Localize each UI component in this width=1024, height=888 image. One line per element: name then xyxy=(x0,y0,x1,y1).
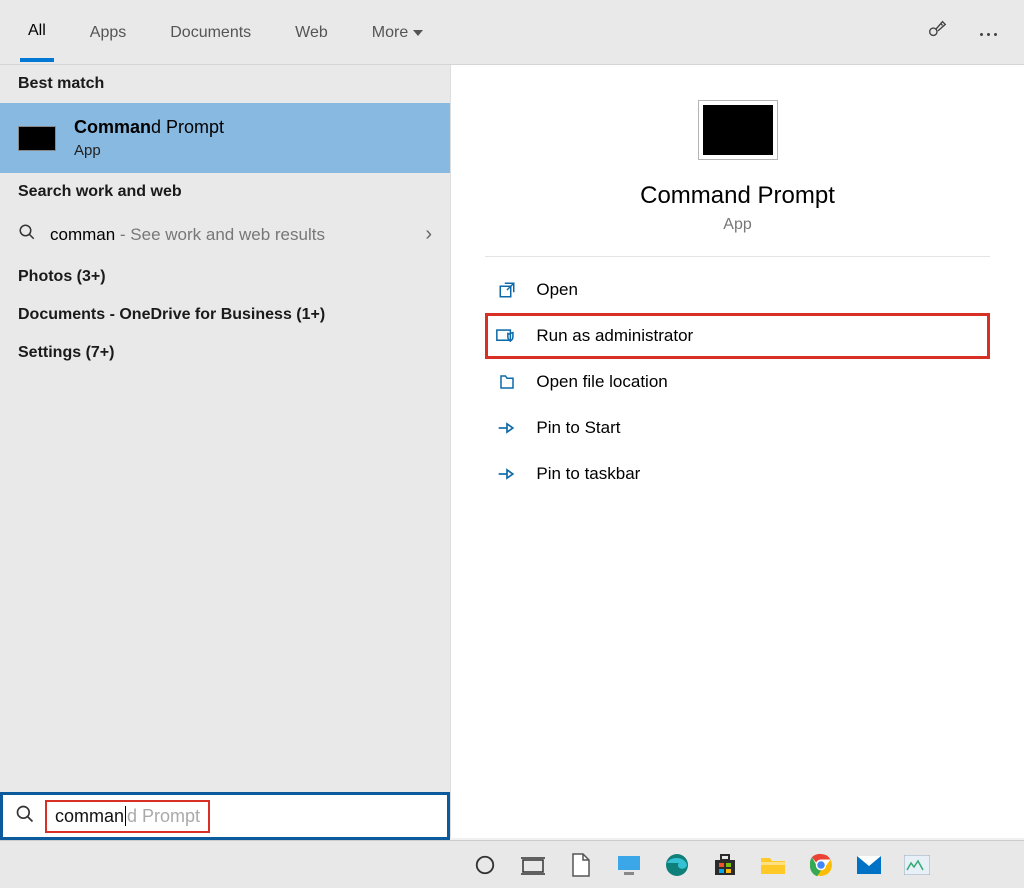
taskbar xyxy=(0,840,1024,888)
action-open-location[interactable]: Open file location xyxy=(485,359,989,405)
work-web-hint: - See work and web results xyxy=(115,225,325,244)
action-pin-start-label: Pin to Start xyxy=(536,418,620,438)
tab-apps[interactable]: Apps xyxy=(82,4,134,60)
taskbar-app-icon[interactable] xyxy=(902,850,932,880)
action-pin-taskbar[interactable]: Pin to taskbar xyxy=(485,451,989,497)
action-open-location-label: Open file location xyxy=(536,372,667,392)
action-open-label: Open xyxy=(536,280,578,300)
options-icon[interactable] xyxy=(978,23,999,41)
search-icon xyxy=(15,804,35,829)
work-web-result[interactable]: comman - See work and web results › xyxy=(0,211,450,258)
open-icon xyxy=(496,281,518,299)
action-run-admin-label: Run as administrator xyxy=(536,326,693,346)
action-open[interactable]: Open xyxy=(485,267,989,313)
pin-taskbar-icon xyxy=(496,465,518,483)
taskbar-desktop-icon[interactable] xyxy=(614,850,644,880)
search-typed-text: comman xyxy=(55,806,124,827)
tab-all[interactable]: All xyxy=(20,2,54,62)
preview-title: Command Prompt xyxy=(640,182,835,210)
taskbar-edge-icon[interactable] xyxy=(662,850,692,880)
tab-documents[interactable]: Documents xyxy=(162,4,259,60)
tab-more[interactable]: More xyxy=(364,4,431,60)
search-autocomplete-ghost: d Prompt xyxy=(127,806,200,827)
search-box[interactable]: command Prompt xyxy=(0,792,450,840)
search-input[interactable]: command Prompt xyxy=(45,800,210,833)
taskbar-chrome-icon[interactable] xyxy=(806,850,836,880)
search-filter-tabs: All Apps Documents Web More xyxy=(0,0,1024,65)
taskbar-mail-icon[interactable] xyxy=(854,850,884,880)
work-web-query: comman xyxy=(50,225,115,244)
category-photos[interactable]: Photos (3+) xyxy=(0,258,450,296)
taskbar-taskview-icon[interactable] xyxy=(518,850,548,880)
pin-icon xyxy=(496,419,518,437)
tab-web[interactable]: Web xyxy=(287,4,336,60)
category-settings[interactable]: Settings (7+) xyxy=(0,334,450,372)
folder-icon xyxy=(496,373,518,391)
category-documents[interactable]: Documents - OneDrive for Business (1+) xyxy=(0,296,450,334)
best-match-title: Command Prompt xyxy=(74,117,224,138)
action-pin-taskbar-label: Pin to taskbar xyxy=(536,464,640,484)
command-prompt-icon xyxy=(18,126,56,151)
feedback-icon[interactable] xyxy=(926,18,948,45)
search-icon xyxy=(18,223,36,246)
action-pin-start[interactable]: Pin to Start xyxy=(485,405,989,451)
chevron-right-icon: › xyxy=(425,223,432,246)
best-match-subtitle: App xyxy=(74,142,224,159)
preview-subtitle: App xyxy=(723,216,751,234)
taskbar-cortana-icon[interactable] xyxy=(470,850,500,880)
action-run-admin[interactable]: Run as administrator xyxy=(485,313,989,359)
work-web-header: Search work and web xyxy=(0,173,450,211)
preview-pane: Command Prompt App Open Run as administr… xyxy=(450,65,1024,838)
taskbar-store-icon[interactable] xyxy=(710,850,740,880)
best-match-result[interactable]: Command Prompt App xyxy=(0,103,450,173)
taskbar-explorer-icon[interactable] xyxy=(758,850,788,880)
results-pane: Best match Command Prompt App Search wor… xyxy=(0,65,450,838)
taskbar-libreoffice-icon[interactable] xyxy=(566,850,596,880)
preview-app-icon xyxy=(698,100,778,160)
chevron-down-icon xyxy=(413,30,423,36)
text-caret xyxy=(125,806,126,826)
best-match-header: Best match xyxy=(0,65,450,103)
divider xyxy=(485,256,989,257)
admin-shield-icon xyxy=(496,327,518,345)
